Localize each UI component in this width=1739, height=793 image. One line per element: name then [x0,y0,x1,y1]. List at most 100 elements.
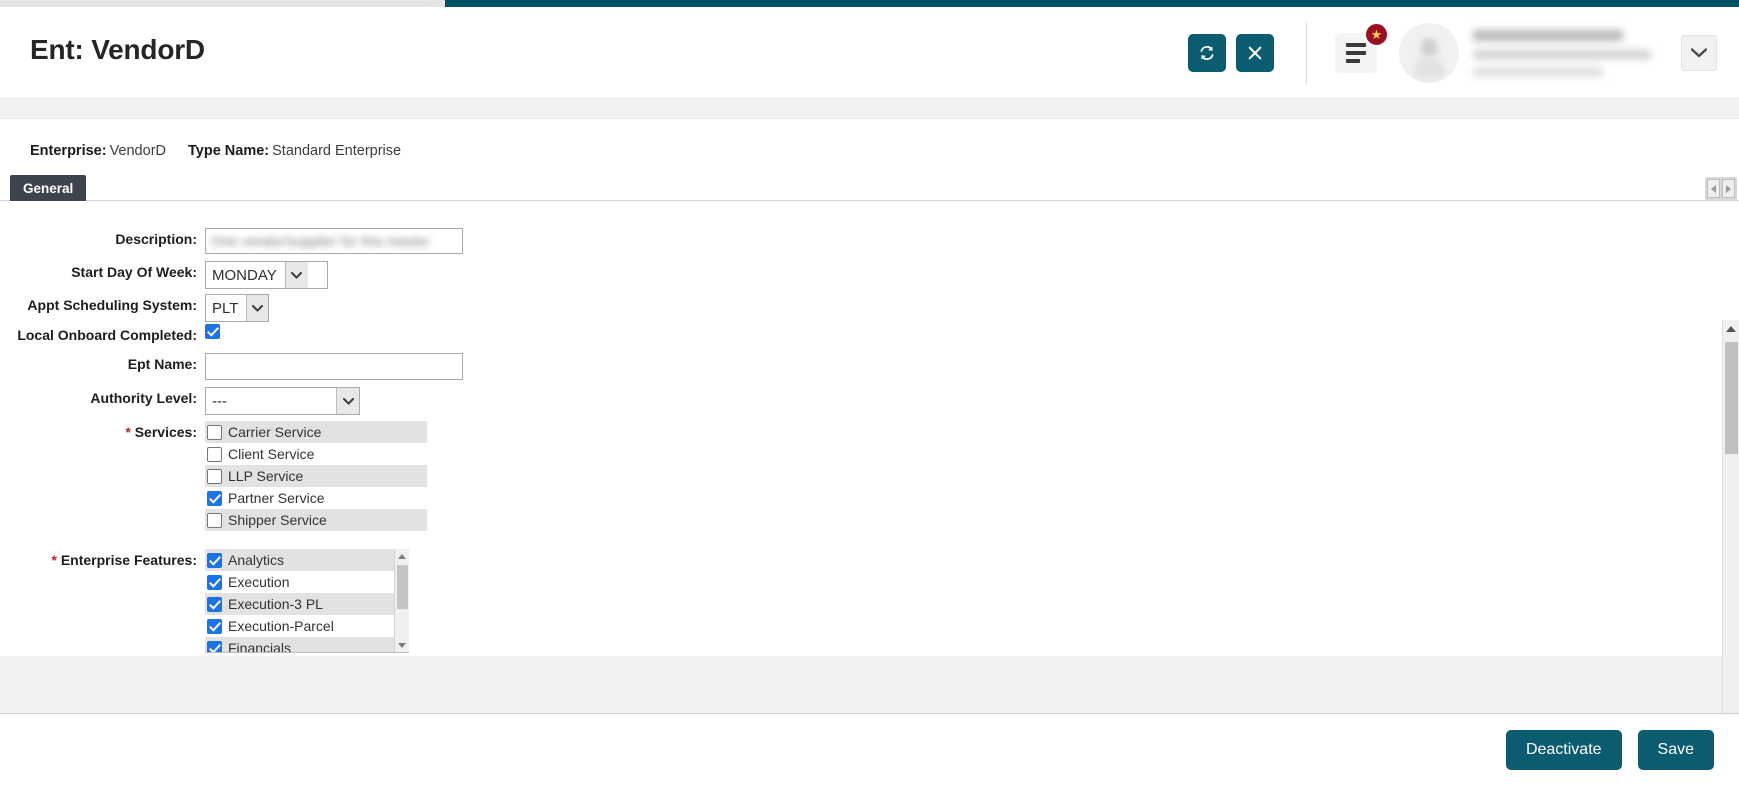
local-onboard-completed-label: Local Onboard Completed: [0,324,205,343]
feature-checkbox-execution-parcel[interactable] [207,619,222,634]
service-checkbox-llp-service[interactable] [207,469,222,484]
app-header: Ent: VendorD [0,7,1739,99]
field-row-description: Description: One vendor/supplier for thi… [0,228,1600,254]
arrow-up-icon [1726,326,1736,332]
service-checkbox-client-service[interactable] [207,447,222,462]
list-item-label: Carrier Service [228,424,321,440]
authority-level-label: Authority Level: [0,387,205,406]
ept-name-input[interactable] [205,353,463,380]
refresh-button[interactable] [1188,34,1226,72]
user-menu-chevron-button[interactable] [1681,35,1717,71]
enterprise-value: VendorD [110,143,166,159]
header-divider [1306,22,1307,84]
list-item[interactable]: Carrier Service [205,421,427,443]
chevron-down-icon [1691,48,1707,58]
list-item-label: Execution-3 PL [228,596,323,612]
select-arrow[interactable] [336,388,359,414]
field-row-authority-level: Authority Level: --- [0,387,1600,415]
list-item-label: Execution-Parcel [228,618,334,634]
appt-scheduling-system-value: PLT [206,295,246,321]
list-item[interactable]: Execution-3 PL [205,593,409,615]
close-button[interactable] [1236,34,1274,72]
authority-level-value: --- [206,388,336,414]
services-label: * Services: [0,421,205,440]
main-content-scrollbar[interactable] [1722,320,1739,775]
list-item[interactable]: Partner Service [205,487,427,509]
hamburger-line [1346,59,1360,63]
start-day-of-week-select[interactable]: MONDAY [205,261,328,289]
field-row-enterprise-features: * Enterprise Features: Analytics Executi… [0,549,1600,653]
services-label-text: Services: [135,424,197,440]
app-root: Ent: VendorD [0,0,1739,793]
service-checkbox-shipper-service[interactable] [207,513,222,528]
close-icon [1246,44,1264,62]
notification-star-badge[interactable]: ★ [1364,22,1389,47]
enterprise-label: Enterprise: [30,143,107,159]
field-row-local-onboard-completed: Local Onboard Completed: [0,324,1600,343]
hamburger-line [1346,51,1366,55]
authority-level-select[interactable]: --- [205,387,360,415]
enterprise-features-label: * Enterprise Features: [0,549,205,568]
user-name-redacted [1473,30,1623,41]
list-item[interactable]: Financials [205,637,409,653]
list-item[interactable]: LLP Service [205,465,427,487]
content-card: Enterprise:VendorDType Name:Standard Ent… [0,118,1739,656]
chevron-down-icon [343,398,354,405]
chevron-down-icon [252,305,263,312]
chevron-down-icon [291,272,302,279]
enterprise-features-scrollbar[interactable] [394,549,409,653]
start-day-of-week-value: MONDAY [206,262,285,288]
list-item-label: Partner Service [228,490,324,506]
arrow-right-icon [1726,185,1731,193]
list-item-label: Shipper Service [228,512,327,528]
service-checkbox-carrier-service[interactable] [207,425,222,440]
feature-checkbox-financials[interactable] [207,641,222,654]
select-arrow[interactable] [285,262,308,288]
feature-checkbox-analytics[interactable] [207,553,222,568]
tab-scroll-left-button[interactable] [1707,179,1720,198]
tab-general[interactable]: General [10,175,86,201]
avatar[interactable] [1399,23,1459,83]
start-day-of-week-label: Start Day Of Week: [0,261,205,280]
local-onboard-completed-checkbox[interactable] [205,324,220,339]
list-item[interactable]: Execution-Parcel [205,615,409,637]
list-item-label: Execution [228,574,289,590]
tab-scroll-right-button[interactable] [1722,179,1735,198]
refresh-icon [1197,43,1217,63]
user-org-redacted [1473,50,1651,59]
required-marker: * [51,552,56,568]
select-arrow[interactable] [246,295,268,321]
scroll-down-button[interactable] [395,638,409,653]
feature-checkbox-execution[interactable] [207,575,222,590]
user-role-redacted [1473,68,1603,76]
list-item[interactable]: Client Service [205,443,427,465]
footer-buttons: Deactivate Save [1506,730,1714,770]
scroll-up-button[interactable] [1723,320,1739,337]
services-checkbox-list: Carrier Service Client Service LLP Servi… [205,421,427,531]
save-button[interactable]: Save [1638,730,1714,770]
enterprise-features-checkbox-list: Analytics Execution Execution-3 PL Execu… [205,549,409,653]
list-item-label: Financials [228,640,291,653]
feature-checkbox-execution-3pl[interactable] [207,597,222,612]
arrow-left-icon [1711,185,1716,193]
description-value: One vendor/supplier for this master [211,233,430,249]
form-area: Description: One vendor/supplier for thi… [0,202,1690,657]
service-checkbox-partner-service[interactable] [207,491,222,506]
required-marker: * [125,424,130,440]
list-item[interactable]: Analytics [205,549,409,571]
scrollbar-thumb[interactable] [1725,342,1738,454]
top-strip-accent [445,0,1739,7]
page-title: Ent: VendorD [30,34,205,66]
list-item[interactable]: Shipper Service [205,509,427,531]
summary-line: Enterprise:VendorDType Name:Standard Ent… [30,143,423,159]
menu-wrapper: ★ [1335,33,1377,73]
scrollbar-thumb[interactable] [397,565,408,609]
list-item[interactable]: Execution [205,571,409,593]
deactivate-button[interactable]: Deactivate [1506,730,1622,770]
arrow-up-icon [398,554,406,559]
appt-scheduling-system-select[interactable]: PLT [205,294,269,322]
list-item-label: Analytics [228,552,284,568]
description-input[interactable]: One vendor/supplier for this master [205,228,463,254]
tab-scroll-controls [1705,177,1737,200]
scroll-up-button[interactable] [395,549,409,564]
